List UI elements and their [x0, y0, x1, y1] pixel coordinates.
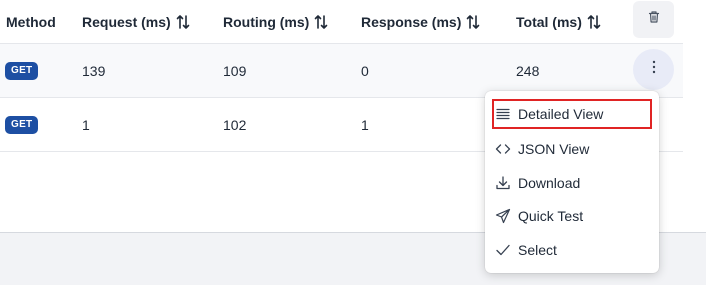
- column-header-routing[interactable]: Routing (ms): [223, 0, 328, 43]
- sort-icon[interactable]: [466, 14, 480, 30]
- request-time-cell: 139: [82, 62, 106, 79]
- response-time-cell: 0: [361, 62, 369, 79]
- delete-all-button[interactable]: [633, 1, 674, 38]
- table-header: Method Request (ms) Routing (ms) Respons…: [0, 0, 683, 44]
- menu-item-json-view[interactable]: JSON View: [492, 134, 652, 164]
- column-header-response[interactable]: Response (ms): [361, 0, 480, 43]
- menu-item-label: Select: [518, 242, 557, 258]
- routing-time-cell: 109: [223, 62, 247, 79]
- download-icon: [495, 175, 511, 191]
- menu-item-label: JSON View: [518, 141, 590, 157]
- more-vertical-icon: [652, 60, 656, 79]
- menu-item-label: Download: [518, 175, 581, 191]
- method-badge: GET: [5, 61, 39, 80]
- column-header-request[interactable]: Request (ms): [82, 0, 190, 43]
- menu-item-quick-test[interactable]: Quick Test: [492, 201, 652, 231]
- sort-icon[interactable]: [314, 14, 328, 30]
- method-cell: GET: [5, 98, 39, 151]
- column-header-total[interactable]: Total (ms): [516, 0, 601, 43]
- row-more-button[interactable]: [633, 49, 674, 90]
- method-cell: GET: [5, 44, 39, 97]
- method-badge: GET: [5, 115, 39, 134]
- routing-time-cell: 102: [223, 116, 247, 133]
- menu-item-download[interactable]: Download: [492, 168, 652, 198]
- column-header-label: Request (ms): [82, 13, 171, 30]
- column-header-label: Routing (ms): [223, 13, 310, 30]
- code-icon: [495, 141, 511, 157]
- menu-item-detailed-view[interactable]: Detailed View: [492, 99, 652, 129]
- menu-item-label: Detailed View: [518, 106, 604, 122]
- request-time-cell: 1: [82, 116, 90, 133]
- check-icon: [495, 242, 511, 258]
- sort-icon[interactable]: [176, 14, 190, 30]
- total-time-cell: 248: [516, 62, 540, 79]
- column-header-method: Method: [6, 0, 56, 43]
- lines-icon: [495, 106, 511, 122]
- menu-item-label: Quick Test: [518, 208, 584, 224]
- row-context-menu: Detailed View JSON View Download Quick T…: [485, 91, 659, 273]
- trash-icon: [647, 10, 661, 29]
- send-icon: [495, 208, 511, 224]
- column-header-label: Method: [6, 13, 56, 30]
- response-time-cell: 1: [361, 116, 369, 133]
- column-header-label: Response (ms): [361, 13, 462, 30]
- column-header-label: Total (ms): [516, 13, 582, 30]
- menu-item-select[interactable]: Select: [492, 235, 652, 265]
- sort-icon[interactable]: [587, 14, 601, 30]
- table-row[interactable]: GET 139 109 0 248: [0, 44, 683, 98]
